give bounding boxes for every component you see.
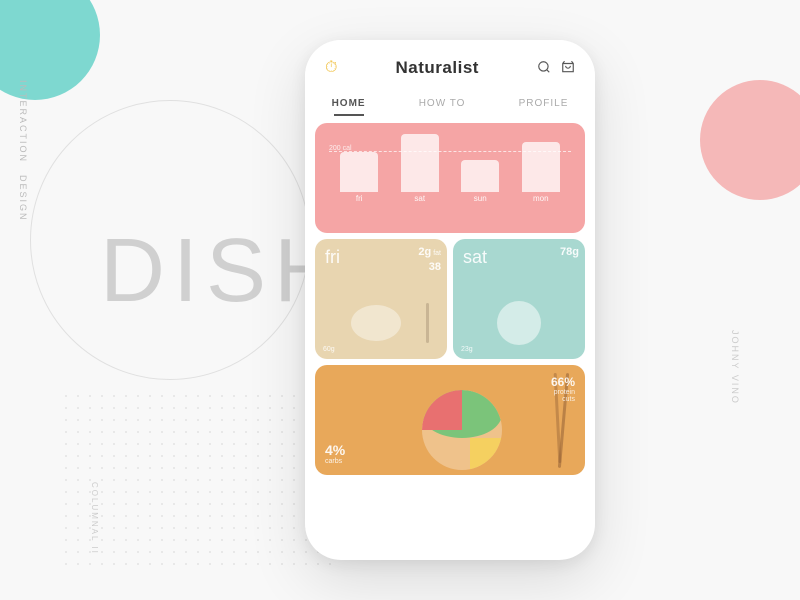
plate-inner [422,390,502,470]
phone-frame: ⏱ Naturalist HOME HOW TO PROFILE 200 c [305,40,595,560]
protein-pct: 66% [551,375,575,389]
clock-icon: ⏱ [325,59,337,77]
header-icons-right [537,60,575,77]
fri-spoon [426,303,429,343]
fri-stats: 2g fat 38 [418,245,441,276]
fri-label: fri [325,247,340,268]
chart-dashed-line [329,151,571,152]
protein-sub: cuts [551,396,575,403]
nav-tabs: HOME HOW TO PROFILE [305,88,595,115]
carbs-label: carbs [325,458,345,465]
day-card-fri: fri 2g fat 38 60g [315,239,447,359]
chart-bar-sat: sat [401,134,439,203]
bottom-plate [422,390,502,470]
protein-label: protein [551,389,575,396]
fri-stat-2: 38 [418,260,441,275]
day-card-sat: sat 78g 23g [453,239,585,359]
chart-area: 200 cal fri sat sun [329,133,571,203]
label-mon: mon [533,194,549,203]
bottom-food-card: 4% carbs 66% protein cuts [315,365,585,475]
phone-wrapper: ⏱ Naturalist HOME HOW TO PROFILE 200 c [305,40,595,560]
side-text-bottom-left: COLUMNAL II [90,482,108,560]
bottom-card-stats-left: 4% carbs [325,442,345,465]
search-icon[interactable] [537,60,551,77]
two-col-cards: fri 2g fat 38 60g sat 78g 23g [315,239,585,359]
label-sat: sat [414,194,425,203]
fri-stat-1: 2g fat [418,245,441,260]
sat-food-plate [497,301,541,345]
fri-bottom-stat: 60g [323,346,335,353]
carbs-stat: 4% [325,442,345,458]
side-text-columnal: COLUMNAL II [90,482,99,555]
app-title: Naturalist [396,58,479,78]
sat-stat-1: 78g [560,245,579,260]
plate-section-yellow [470,438,502,470]
sat-label: sat [463,247,487,268]
phone-content: 200 cal fri sat sun [305,115,595,555]
bar-fri [340,152,378,192]
bar-mon [522,142,560,192]
tab-profile[interactable]: PROFILE [509,92,579,115]
label-fri: fri [356,194,363,203]
chart-bar-fri: fri [340,152,378,203]
cart-icon[interactable] [561,60,575,77]
sat-bottom-stat: 23g [461,346,473,353]
side-text-design: DESIGN [18,175,28,222]
bottom-card-stats-right: 66% protein cuts [551,375,575,403]
tab-home[interactable]: HOME [322,92,376,115]
side-text-right: JOHNY VINO [730,330,750,410]
sat-stats: 78g [560,245,579,260]
fri-food-bowl [351,305,401,341]
app-header: ⏱ Naturalist [305,40,595,88]
label-sun: sun [474,194,487,203]
bar-sun [461,160,499,192]
side-text-author: JOHNY VINO [730,330,740,405]
side-text-left: INTERACTION DESIGN [18,80,28,222]
carbs-pct: 4% [325,442,345,458]
bg-circle-pink [700,80,800,200]
bg-circle-teal [0,0,100,100]
tab-howto[interactable]: HOW TO [409,92,476,115]
chart-bar-sun: sun [461,160,499,203]
plate-section-red [422,390,462,430]
side-text-interaction: INTERACTION [18,80,28,163]
weekly-chart-card: 200 cal fri sat sun [315,123,585,233]
bar-sat [401,134,439,192]
